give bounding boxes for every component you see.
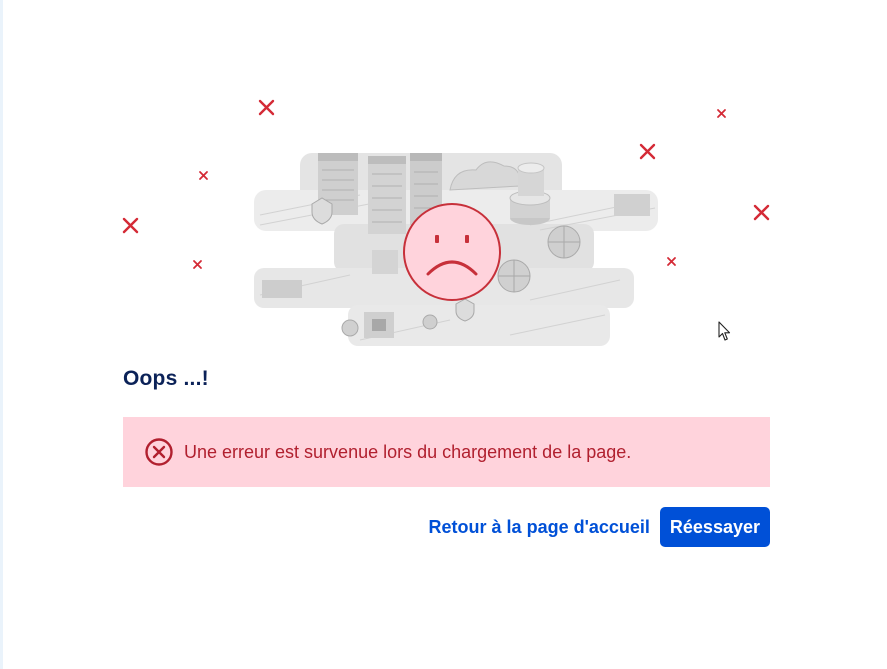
error-message: Une erreur est survenue lors du chargeme… bbox=[184, 441, 632, 462]
page-title: Oops ...! bbox=[123, 367, 209, 390]
retry-button[interactable]: Réessayer bbox=[659, 507, 770, 547]
sad-face-icon bbox=[403, 203, 501, 301]
mouse-pointer-icon bbox=[718, 321, 731, 341]
back-to-home-link[interactable]: Retour à la page d'accueil bbox=[429, 517, 650, 538]
error-illustration bbox=[122, 99, 770, 346]
left-edge-border bbox=[0, 0, 3, 669]
error-banner: Une erreur est survenue lors du chargeme… bbox=[123, 417, 770, 487]
circle-x-icon bbox=[145, 438, 173, 466]
actions-bar: Retour à la page d'accueil Réessayer bbox=[123, 507, 770, 547]
